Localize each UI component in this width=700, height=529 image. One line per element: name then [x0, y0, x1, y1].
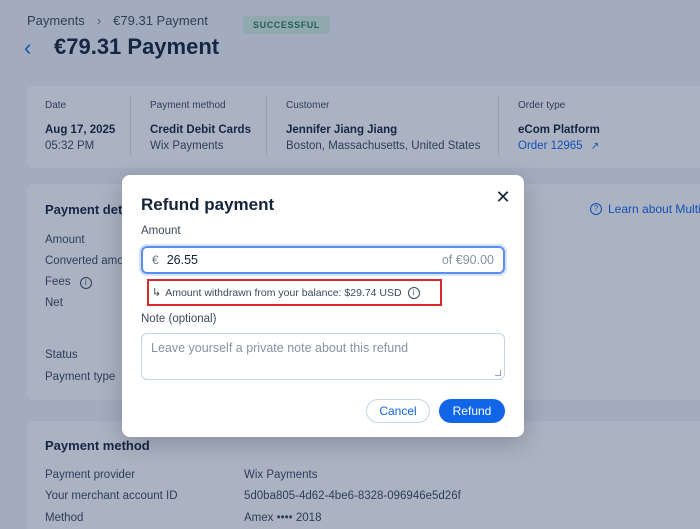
resize-handle-icon[interactable] — [495, 370, 501, 376]
note-textarea[interactable] — [151, 341, 495, 372]
cancel-button[interactable]: Cancel — [366, 399, 430, 423]
amount-field[interactable]: € of €90.00 — [141, 246, 505, 274]
info-icon[interactable]: i — [407, 286, 420, 299]
refund-button[interactable]: Refund — [439, 399, 505, 423]
balance-hint-text: Amount withdrawn from your balance: $29.… — [165, 286, 402, 299]
amount-input[interactable] — [166, 253, 367, 267]
modal-title: Refund payment — [141, 195, 275, 214]
amount-total: of €90.00 — [441, 253, 494, 267]
currency-symbol: € — [152, 253, 159, 267]
note-field[interactable] — [141, 333, 505, 380]
refund-payment-modal: Refund payment ✕ Amount € of €90.00 ↳ Am… — [122, 175, 524, 437]
note-label: Note (optional) — [141, 313, 217, 325]
amount-label: Amount — [141, 225, 181, 237]
return-arrow-icon: ↳ — [152, 287, 162, 299]
close-icon[interactable]: ✕ — [494, 188, 512, 206]
balance-hint: ↳ Amount withdrawn from your balance: $2… — [147, 279, 442, 306]
